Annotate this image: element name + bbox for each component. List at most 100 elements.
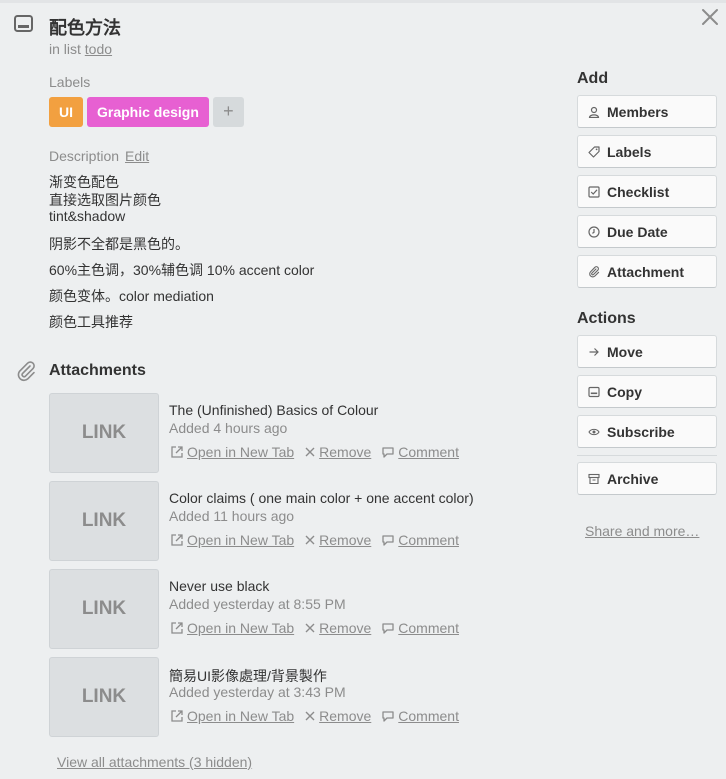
attachment-thumbnail[interactable]: LINK [49,393,159,473]
description-line: 渐变色配色 [49,174,119,190]
move-label: Move [607,343,643,360]
labels-button[interactable]: Labels [577,135,717,168]
attachment-added: Added yesterday at 3:43 PM [169,684,346,700]
subscribe-label: Subscribe [607,423,675,440]
remove-label: Remove [319,444,372,460]
top-border [0,0,726,3]
labels-row: UI Graphic design + [49,97,244,127]
external-link-icon [171,446,183,458]
attachment-button[interactable]: Attachment [577,255,717,288]
attachment-label: Attachment [607,263,685,280]
attachment-thumbnail[interactable]: LINK [49,657,159,737]
open-in-new-tab-link[interactable]: Open in New Tab [170,708,294,724]
attachment-added: Added 4 hours ago [169,420,288,436]
x-icon [305,447,315,457]
list-link[interactable]: todo [85,41,112,57]
eye-icon [588,428,600,435]
sidebar-divider [577,455,717,456]
x-icon [305,711,315,721]
comment-icon [382,711,394,722]
archive-button[interactable]: Archive [577,462,717,495]
view-all-attachments-link[interactable]: View all attachments (3 hidden) [57,754,252,770]
share-and-more-link[interactable]: Share and more… [585,523,699,539]
description-heading: Description [49,148,120,164]
attachment-title[interactable]: Never use black [169,578,269,594]
actions-heading: Actions [577,310,636,327]
move-button[interactable]: Move [577,335,717,368]
x-icon [305,535,315,545]
open-in-new-tab-link[interactable]: Open in New Tab [170,620,294,636]
attachment-added: Added yesterday at 8:55 PM [169,596,346,612]
attachment-title[interactable]: 簡易UI影像處理/背景製作 [169,666,327,686]
due-date-button[interactable]: Due Date [577,215,717,248]
card-icon [14,15,33,32]
attachment-actions: Open in New Tab Remove Comment [170,532,469,548]
checklist-label: Checklist [607,183,670,200]
description-edit-link[interactable]: Edit [125,148,149,164]
remove-link[interactable]: Remove [304,444,371,460]
comment-icon [382,535,394,546]
subscribe-button[interactable]: Subscribe [577,415,717,448]
description-header: Description Edit [49,148,149,164]
comment-label: Comment [398,532,459,548]
comment-link[interactable]: Comment [381,620,459,636]
archive-label: Archive [607,470,659,487]
attachment-actions: Open in New Tab Remove Comment [170,444,469,460]
remove-link[interactable]: Remove [304,708,371,724]
members-button[interactable]: Members [577,95,717,128]
copy-label: Copy [607,383,642,400]
external-link-icon [171,710,183,722]
add-label-button[interactable]: + [212,97,244,127]
attachment-actions: Open in New Tab Remove Comment [170,620,469,636]
tag-icon [588,145,600,158]
paperclip-icon [589,265,600,277]
comment-link[interactable]: Comment [381,444,459,460]
external-link-icon [171,534,183,546]
paperclip-icon [17,361,35,382]
open-label: Open in New Tab [187,620,295,636]
open-label: Open in New Tab [187,532,295,548]
attachments-heading: Attachments [49,362,146,379]
comment-label: Comment [398,444,459,460]
comment-icon [382,623,394,634]
remove-link[interactable]: Remove [304,532,371,548]
open-in-new-tab-link[interactable]: Open in New Tab [170,444,294,460]
description-line: 颜色工具推荐 [49,314,133,330]
attachment-thumbnail[interactable]: LINK [49,481,159,561]
attachment-thumbnail[interactable]: LINK [49,569,159,649]
attachment-title[interactable]: The (Unfinished) Basics of Colour [169,402,378,418]
card-title[interactable]: 配色方法 [49,14,121,40]
close-icon[interactable] [701,8,719,26]
due-date-label: Due Date [607,223,668,240]
comment-label: Comment [398,708,459,724]
label-graphic-design[interactable]: Graphic design [87,97,209,127]
comment-link[interactable]: Comment [381,708,459,724]
description-line: 阴影不全都是黑色的。 [49,236,189,252]
labels-button-label: Labels [607,143,652,160]
card-icon [588,386,600,397]
add-heading: Add [577,70,609,87]
members-label: Members [607,103,669,120]
arrow-right-icon [589,347,599,356]
open-label: Open in New Tab [187,444,295,460]
comment-icon [382,447,394,458]
x-icon [305,623,315,633]
open-in-new-tab-link[interactable]: Open in New Tab [170,532,294,548]
open-label: Open in New Tab [187,708,295,724]
comment-label: Comment [398,620,459,636]
description-line: 颜色变体。color mediation [49,288,214,304]
copy-button[interactable]: Copy [577,375,717,408]
remove-label: Remove [319,620,372,636]
in-list-prefix: in list [49,41,81,57]
remove-label: Remove [319,532,372,548]
checkbox-icon [588,185,600,198]
comment-link[interactable]: Comment [381,532,459,548]
attachment-title[interactable]: Color claims ( one main color + one acce… [169,490,474,506]
label-ui[interactable]: UI [49,97,83,127]
description-line: 直接选取图片颜色 [49,192,161,208]
checklist-button[interactable]: Checklist [577,175,717,208]
archive-icon [588,473,600,484]
labels-heading: Labels [49,74,91,90]
remove-link[interactable]: Remove [304,620,371,636]
attachment-actions: Open in New Tab Remove Comment [170,708,469,724]
